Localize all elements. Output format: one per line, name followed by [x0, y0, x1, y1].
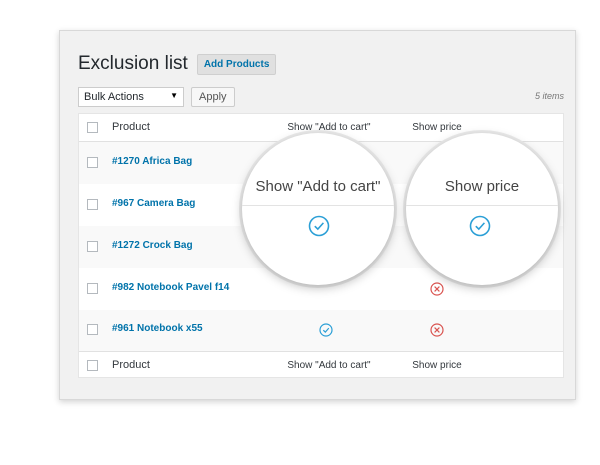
apply-button[interactable]: Apply	[191, 87, 235, 107]
row-checkbox[interactable]	[87, 199, 98, 210]
column-header-show-price: Show price	[412, 122, 462, 133]
product-link[interactable]: #1272 Crock Bag	[112, 240, 193, 251]
cross-icon	[430, 323, 444, 337]
magnifier-title: Show price	[444, 178, 520, 195]
check-circle-icon	[319, 323, 333, 337]
product-link[interactable]: #961 Notebook x55	[112, 323, 203, 334]
row-checkbox[interactable]	[87, 283, 98, 294]
magnifier-show-add-to-cart: Show "Add to cart"	[242, 133, 394, 285]
row-checkbox[interactable]	[87, 241, 98, 252]
select-all-checkbox[interactable]	[87, 122, 98, 133]
row-checkbox[interactable]	[87, 324, 98, 335]
product-link[interactable]: #967 Camera Bag	[112, 198, 195, 209]
check-circle-icon	[308, 215, 330, 237]
table-footer-row: Product Show "Add to cart" Show price	[79, 351, 563, 378]
product-link[interactable]: #982 Notebook Pavel f14	[112, 282, 229, 293]
add-products-button[interactable]: Add Products	[196, 53, 277, 75]
column-header-show-add-to-cart: Show "Add to cart"	[287, 122, 371, 133]
bulk-actions-select[interactable]: Bulk Actions ▼	[78, 87, 184, 107]
magnifier-divider	[242, 205, 394, 206]
magnifier-divider	[406, 205, 558, 206]
table-row: #961 Notebook x55	[79, 310, 563, 351]
column-footer-show-add-to-cart: Show "Add to cart"	[287, 360, 371, 371]
magnifier-title: Show "Add to cart"	[255, 178, 381, 195]
table-toolbar: Bulk Actions ▼ Apply 5 items	[78, 87, 564, 109]
items-count: 5 items	[534, 91, 564, 101]
title-row: Exclusion list Add Products	[78, 53, 277, 75]
chevron-down-icon: ▼	[170, 91, 178, 100]
page-title: Exclusion list	[78, 53, 188, 74]
row-checkbox[interactable]	[87, 157, 98, 168]
cross-icon	[430, 282, 444, 296]
bulk-actions-label: Bulk Actions	[84, 91, 144, 103]
column-header-product[interactable]: Product	[112, 121, 150, 133]
check-circle-icon	[469, 215, 491, 237]
select-all-checkbox-footer[interactable]	[87, 360, 98, 371]
magnifier-show-price: Show price	[406, 133, 558, 285]
product-link[interactable]: #1270 Africa Bag	[112, 156, 192, 167]
column-footer-product[interactable]: Product	[112, 359, 150, 371]
column-footer-show-price: Show price	[412, 360, 462, 371]
